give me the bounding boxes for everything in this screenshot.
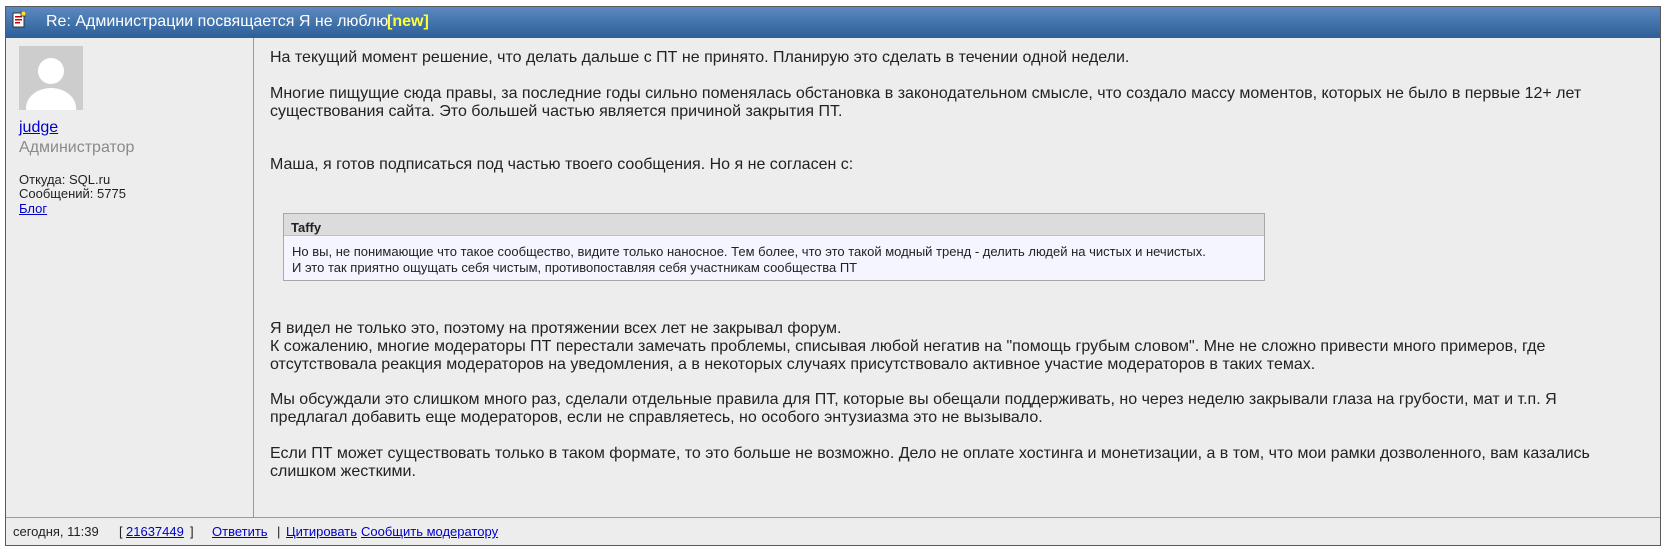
post-footer: сегодня, 11:39 [ 21637449 ] Ответить | Ц… (6, 517, 1660, 545)
forum-post: Re: Администрации посвящается Я не люблю… (5, 6, 1661, 546)
author-panel: judge Администратор Откуда: SQL.ru Сообщ… (6, 38, 254, 518)
author-role: Администратор (19, 139, 135, 156)
post-paragraph: Маша, я готов подписаться под частью тво… (270, 156, 854, 173)
post-paragraph: На текущий момент решение, что делать да… (270, 49, 1130, 66)
post-body: На текущий момент решение, что делать да… (270, 38, 1650, 518)
post-paragraph: существования сайта. Это большей частью … (270, 103, 843, 120)
quote-line: Но вы, не понимающие что такое сообществ… (292, 244, 1206, 259)
quote-author: Taffy (284, 214, 1264, 236)
quote-text: Но вы, не понимающие что такое сообществ… (284, 236, 1264, 276)
author-message-count: Сообщений: 5775 (19, 186, 126, 201)
post-paragraph: К сожалению, многие модераторы ПТ перест… (270, 338, 1546, 355)
cite-link[interactable]: Цитировать (286, 524, 357, 539)
author-name-link[interactable]: judge (19, 119, 58, 137)
post-paragraph: Многие пищущие сюда правы, за последние … (270, 85, 1582, 102)
report-moderator-link[interactable]: Сообщить модератору (361, 524, 498, 539)
post-id-link[interactable]: 21637449 (126, 524, 184, 539)
reply-link[interactable]: Ответить (212, 524, 268, 539)
bracket: ] (190, 524, 194, 539)
quote-line: И это так приятно ощущать себя чистым, п… (292, 260, 858, 275)
author-blog-link[interactable]: Блог (19, 201, 47, 216)
post-paragraph: Мы обсуждали это слишком много раз, сдел… (270, 391, 1557, 408)
separator: | (277, 524, 281, 539)
post-paragraph: слишком жесткими. (270, 463, 416, 480)
message-icon (12, 11, 26, 28)
post-title: Re: Администрации посвящается Я не люблю (46, 13, 389, 30)
bracket: [ (119, 524, 123, 539)
post-header: Re: Администрации посвящается Я не люблю… (6, 7, 1660, 38)
post-timestamp: сегодня, 11:39 (13, 524, 99, 539)
post-paragraph: Если ПТ может существовать только в тако… (270, 445, 1590, 462)
new-badge: [new] (387, 13, 429, 30)
default-avatar-icon (19, 46, 83, 110)
post-paragraph: предлагал добавить еще модераторов, если… (270, 409, 1043, 426)
post-paragraph: Я видел не только это, поэтому на протяж… (270, 320, 842, 337)
author-from: Откуда: SQL.ru (19, 172, 111, 187)
post-paragraph: отсутствовала реакция модераторов на уве… (270, 356, 1316, 373)
quote-block: Taffy Но вы, не понимающие что такое соо… (283, 213, 1265, 281)
